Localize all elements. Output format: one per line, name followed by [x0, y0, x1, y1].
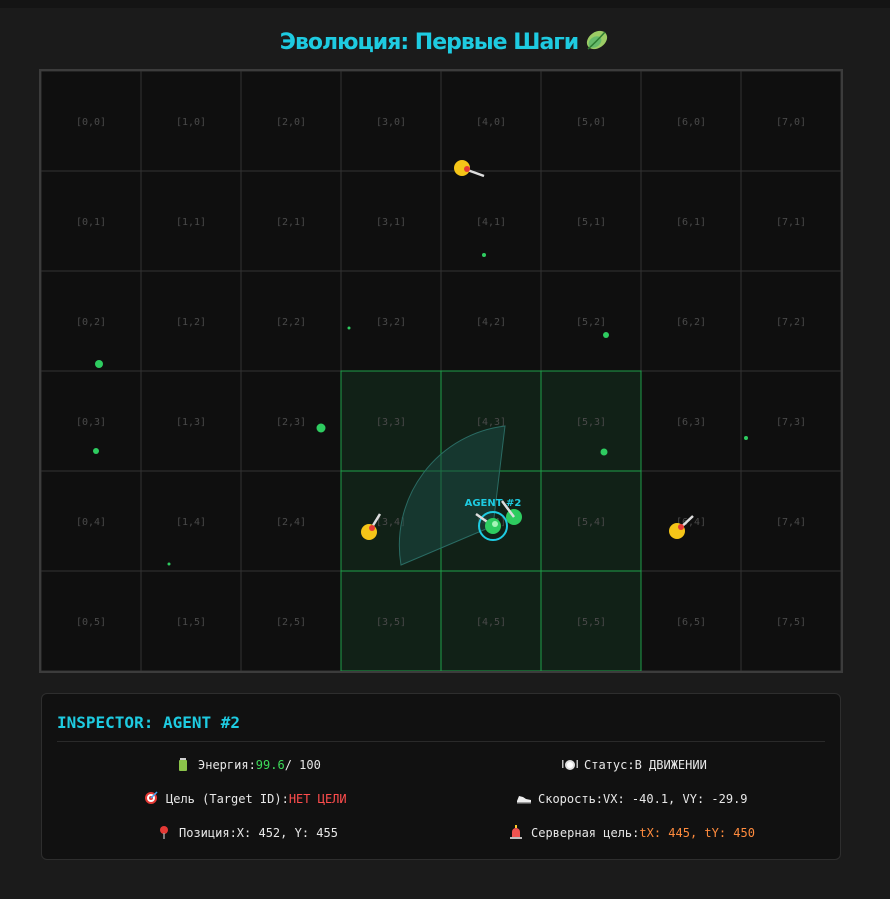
cell-label: [3,3] — [376, 417, 406, 428]
cell-label: [0,5] — [76, 617, 106, 628]
position-value: X: 452, Y: 455 — [236, 826, 338, 840]
server-target-value: tX: 445, tY: 450 — [639, 826, 755, 840]
cell-label: [2,5] — [276, 617, 306, 628]
cell-label: [1,0] — [176, 117, 206, 128]
divider — [57, 741, 825, 742]
cell-label: [5,0] — [576, 117, 606, 128]
cell-label: [0,0] — [76, 117, 106, 128]
cell-label: [6,5] — [676, 617, 706, 628]
cell-label: [3,2] — [376, 317, 406, 328]
battery-icon — [176, 757, 192, 771]
server-target-stat: Серверная цель:tX: 445, tY: 450 — [509, 825, 755, 840]
inspector-panel: INSPECTOR: AGENT #2 Энергия:99.6/ 100 Ст… — [41, 693, 841, 860]
cell-label: [0,1] — [76, 217, 106, 228]
status-value: В ДВИЖЕНИИ — [634, 758, 707, 772]
cell-label: [4,0] — [476, 117, 506, 128]
pin-icon — [157, 825, 173, 839]
cell-label: [3,0] — [376, 117, 406, 128]
simulation-board[interactable]: [0,0] [1,0] [2,0] [3,0] [4,0] [5,0] [6,0] [7,0]… — [39, 69, 843, 673]
target-stat: Цель (Target ID):НЕТ ЦЕЛИ — [144, 791, 347, 806]
plate-icon — [562, 757, 578, 771]
cell-label: [4,2] — [476, 317, 506, 328]
inspector-title: INSPECTOR: AGENT #2 — [57, 713, 241, 732]
status-stat: Статус:В ДВИЖЕНИИ — [562, 757, 707, 772]
world-canvas[interactable]: [0,0] [1,0] [2,0] [3,0] [4,0] [5,0] [6,0] [7,0]… — [41, 71, 841, 671]
cell-label: [3,1] — [376, 217, 406, 228]
energy-stat: Энергия:99.6/ 100 — [176, 757, 321, 772]
food-item — [93, 448, 99, 454]
cell-label: [2,3] — [276, 417, 306, 428]
cell-label: [1,1] — [176, 217, 206, 228]
cell-label: [7,1] — [776, 217, 806, 228]
cell-label: [2,0] — [276, 117, 306, 128]
speed-value: VX: -40.1, VY: -29.9 — [603, 792, 748, 806]
sneaker-icon — [516, 791, 532, 805]
cell-label: [4,1] — [476, 217, 506, 228]
cell-label: [2,4] — [276, 517, 306, 528]
cell-label: [6,2] — [676, 317, 706, 328]
cell-label: [7,3] — [776, 417, 806, 428]
cell-label: [5,5] — [576, 617, 606, 628]
cell-label: [6,1] — [676, 217, 706, 228]
cell-label: [1,5] — [176, 617, 206, 628]
cell-label: [5,2] — [576, 317, 606, 328]
food-item — [347, 326, 351, 330]
target-icon — [144, 791, 160, 805]
cell-label: [1,3] — [176, 417, 206, 428]
energy-value: 99.6 — [255, 758, 285, 772]
food-item — [482, 253, 486, 257]
food-item — [744, 436, 748, 440]
cell-label: [5,1] — [576, 217, 606, 228]
page-title: Эволюция: Первые Шаги — [0, 28, 890, 58]
food-item — [95, 360, 103, 368]
selected-agent-label: AGENT #2 — [465, 498, 522, 509]
leaf-icon — [584, 28, 610, 58]
siren-icon — [509, 825, 525, 839]
cell-label: [0,2] — [76, 317, 106, 328]
cell-label: [2,2] — [276, 317, 306, 328]
food-item — [603, 332, 609, 338]
cell-label: [1,4] — [176, 517, 206, 528]
cell-label: [6,0] — [676, 117, 706, 128]
cell-label: [2,1] — [276, 217, 306, 228]
cell-label: [7,5] — [776, 617, 806, 628]
position-stat: Позиция:X: 452, Y: 455 — [157, 825, 338, 840]
cell-label: [1,2] — [176, 317, 206, 328]
cell-label: [7,0] — [776, 117, 806, 128]
grid-cells — [41, 71, 841, 671]
food-item — [316, 423, 326, 433]
cell-label: [6,3] — [676, 417, 706, 428]
food-item — [167, 562, 171, 566]
cell-label: [7,4] — [776, 517, 806, 528]
cell-label: [5,3] — [576, 417, 606, 428]
cell-label: [0,4] — [76, 517, 106, 528]
top-bar — [0, 0, 890, 8]
food-item — [600, 448, 608, 456]
speed-stat: Скорость:VX: -40.1, VY: -29.9 — [516, 791, 748, 806]
target-value: НЕТ ЦЕЛИ — [288, 792, 347, 806]
cell-label: [0,3] — [76, 417, 106, 428]
title-text: Эволюция: Первые Шаги — [279, 30, 579, 55]
cell-label: [3,5] — [376, 617, 406, 628]
cell-label: [5,4] — [576, 517, 606, 528]
cell-label: [7,2] — [776, 317, 806, 328]
cell-label: [4,5] — [476, 617, 506, 628]
